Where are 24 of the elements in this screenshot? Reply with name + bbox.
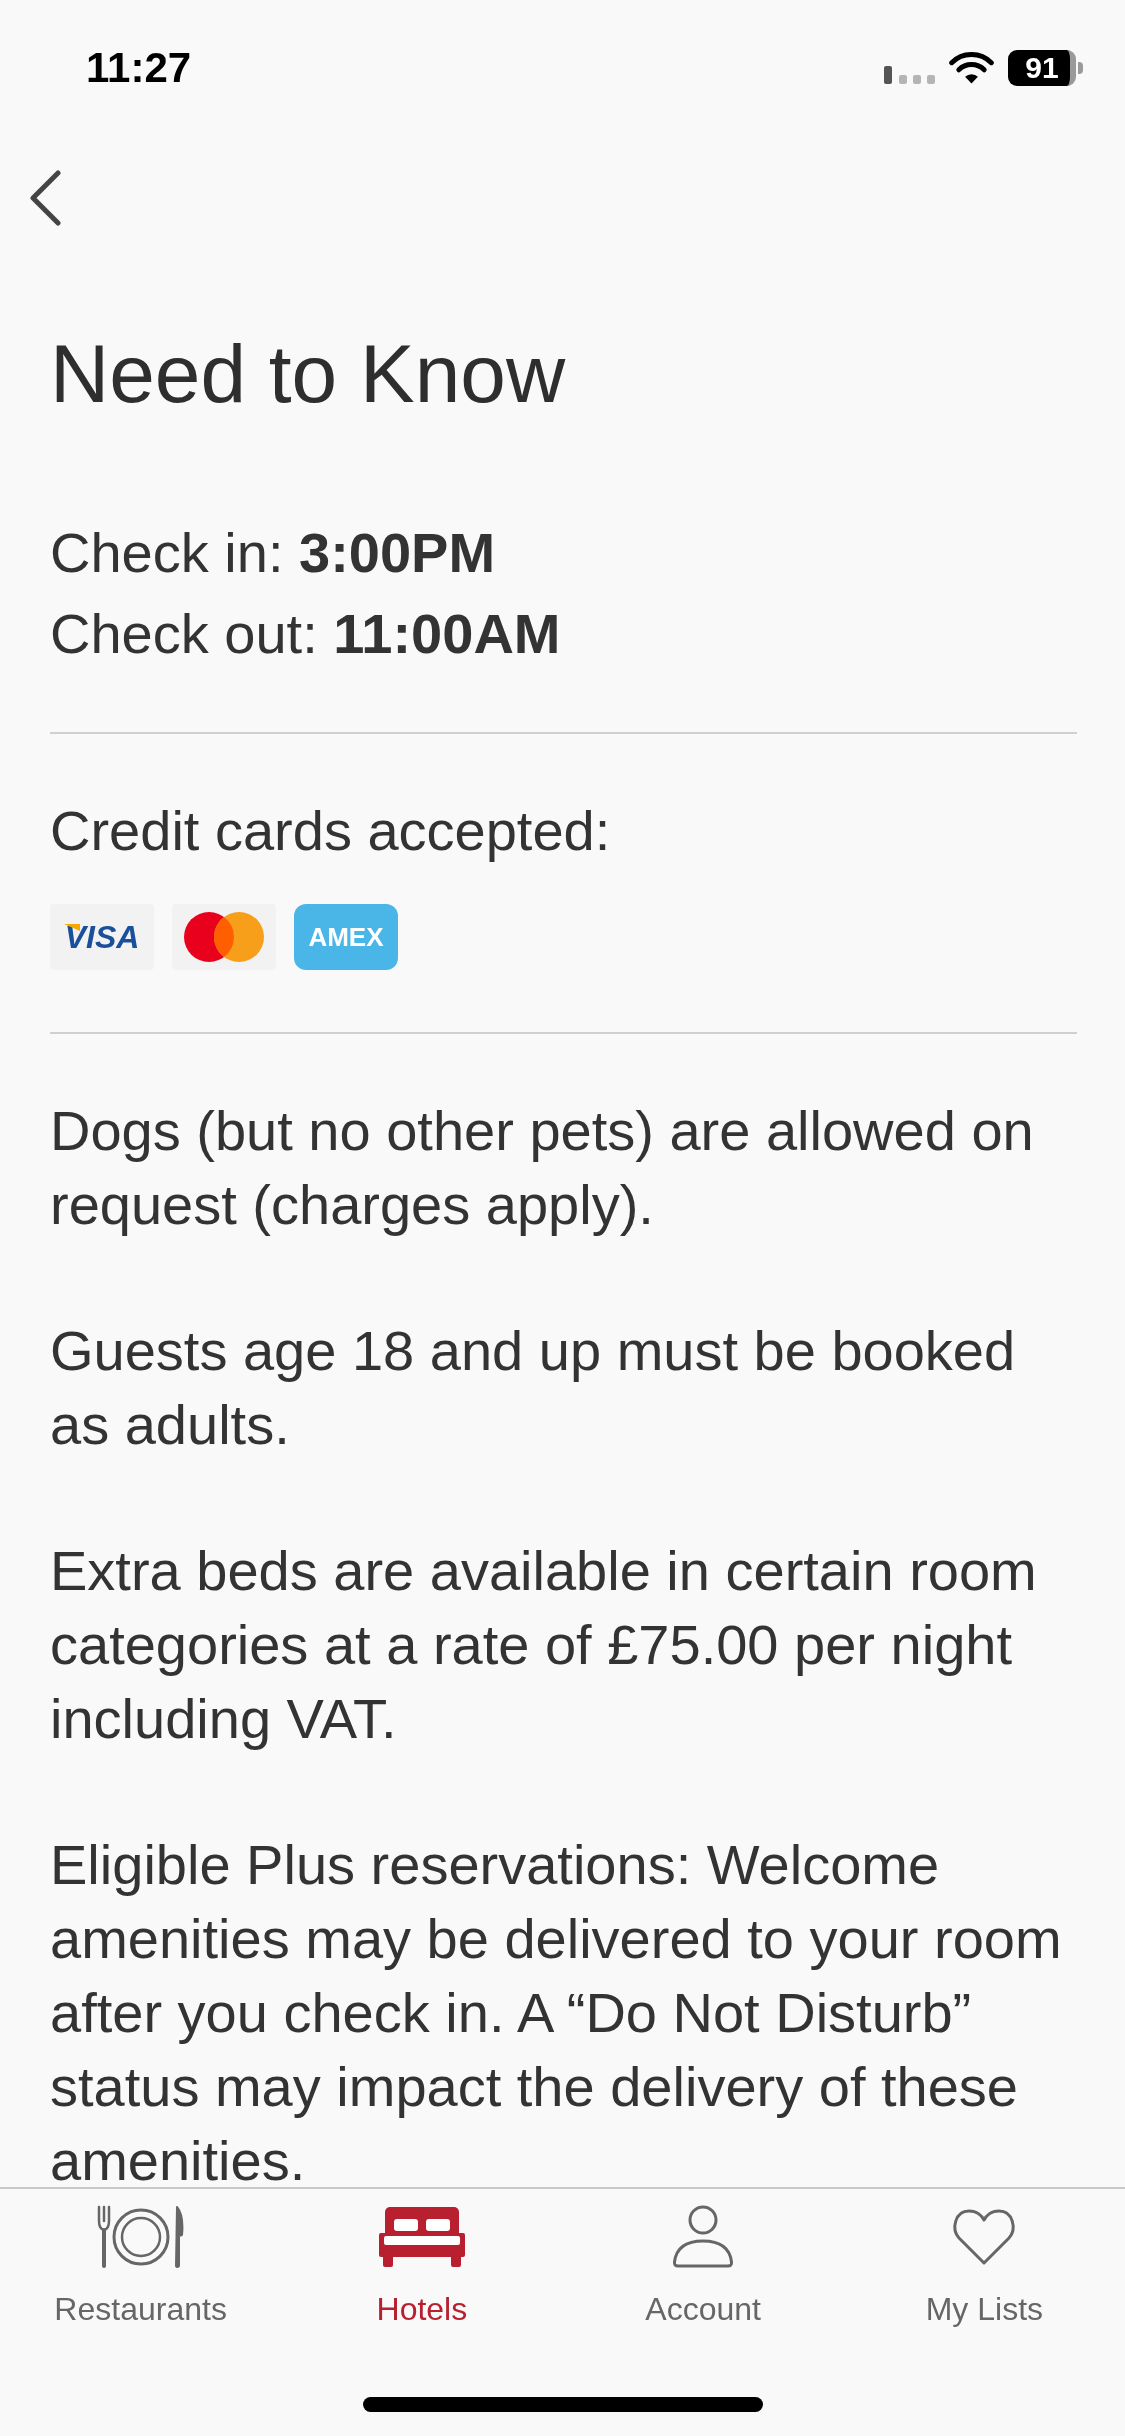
tab-button[interactable]: Restaurants [54,2205,227,2329]
page-title: Need to Know [50,327,567,421]
person-icon [672,2205,735,2269]
policy-text: Dogs (but no other pets) are allowed on request (charges apply). [50,1098,1035,1238]
battery-indicator: 91 [1008,50,1084,86]
tab-button[interactable]: Hotels [376,2205,468,2329]
signal-icon [884,66,935,84]
amex-logo: AMEX [294,904,398,970]
plate-cutlery-icon [96,2205,185,2269]
back-icon[interactable] [30,170,61,226]
policy-text: Guests age 18 and up must be booked as adults. [50,1318,1017,1458]
section-label: Credit cards accepted: [50,798,612,864]
visa-logo: VISA [50,904,154,970]
policy-text: Extra beds are available in certain room categories at a rate of £75.00 per night including VAT. [50,1538,1038,1752]
bed-icon [378,2207,465,2267]
status-time: 11:27 [86,47,192,89]
check-time-text: Check out: 11:00AM [50,601,562,667]
overlapping-circles-icon [172,904,276,970]
tab-button[interactable]: Account [645,2205,761,2329]
heart-icon [951,2208,1018,2266]
policy-text: Eligible Plus reservations: Welcome amenities may be delivered to your room after you check in. A “Do Not Disturb” status may impact the delivery of these amenities. [50,1832,1063,2187]
check-time-text: Check in: 3:00PM [50,520,497,586]
tab-button[interactable]: My Lists [925,2205,1044,2329]
wifi-icon [949,52,994,84]
